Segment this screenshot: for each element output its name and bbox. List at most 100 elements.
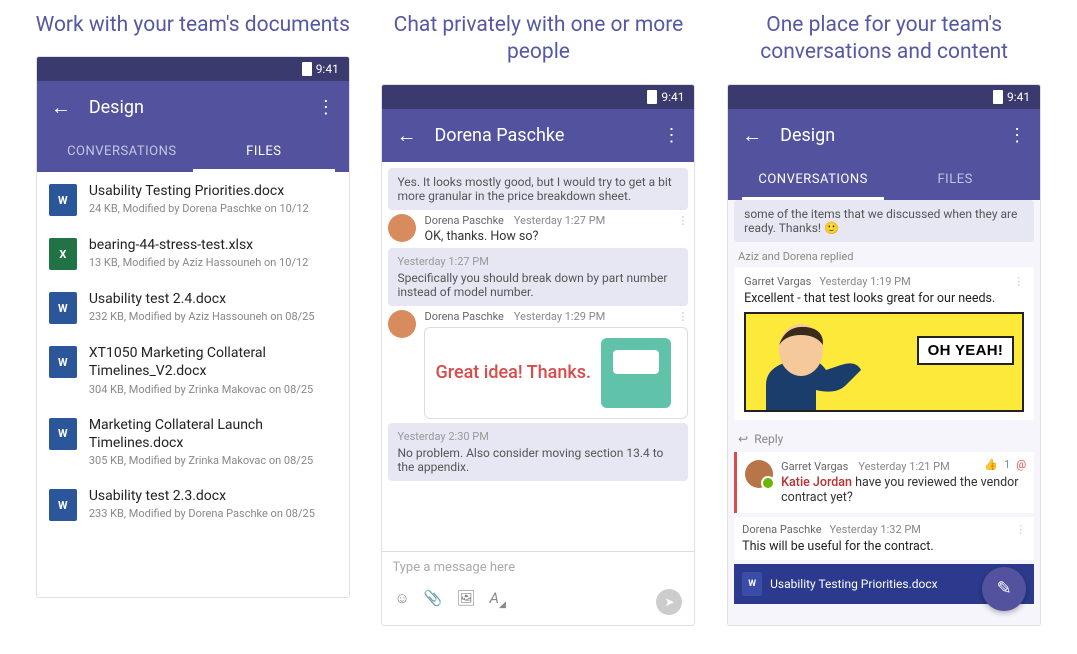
incoming-message[interactable]: Dorena Paschke Yesterday 1:29 PM ⋮ Great i… (388, 310, 688, 419)
phone-conversations: 9:41 ← Design ⋮ CONVERSATIONS FILES some… (728, 85, 1040, 625)
timestamp: Yesterday 2:30 PM (397, 430, 679, 443)
battery-icon (647, 90, 657, 104)
composer: Type a message here (382, 551, 694, 583)
word-file-icon: W (49, 184, 77, 216)
timestamp: Yesterday 1:29 PM (514, 310, 668, 323)
tab-files[interactable]: FILES (193, 134, 335, 172)
outgoing-bubble[interactable]: Yesterday 2:30 PM No problem. Also consi… (388, 423, 688, 481)
file-row[interactable]: W Marketing Collateral Launch Timelines.d… (37, 406, 349, 477)
message-input[interactable]: Type a message here (392, 560, 684, 575)
phone-chat: 9:41 ← Dorena Paschke ⋮ Yes. It looks mo… (382, 85, 694, 625)
status-bar: 9:41 (728, 85, 1040, 109)
message-text: OK, thanks. How so? (424, 229, 688, 244)
chat-thread: Yes. It looks mostly good, but I would t… (382, 162, 694, 551)
sticker[interactable]: Great idea! Thanks. (424, 327, 688, 419)
back-icon[interactable]: ← (51, 95, 71, 120)
timestamp: Yesterday 1:27 PM (397, 255, 679, 268)
timestamp: Yesterday 1:19 PM (819, 275, 910, 288)
outgoing-bubble[interactable]: Yesterday 1:27 PM Specifically you shoul… (388, 248, 688, 306)
status-bar: 9:41 (37, 57, 349, 81)
back-icon[interactable]: ← (742, 123, 762, 148)
sender-name: Dorena Paschke (424, 310, 503, 323)
reactions[interactable]: 👍1@ (984, 458, 1026, 471)
file-row[interactable]: WUsability test 2.3.docx233 KB, Modified… (37, 477, 349, 531)
outgoing-bubble[interactable]: Yes. It looks mostly good, but I would t… (388, 168, 688, 210)
author-name: Garret Vargas (781, 460, 848, 473)
tabs: CONVERSATIONS FILES (51, 134, 335, 172)
page-title: Design (780, 125, 990, 146)
app-bar: ← Design ⋮ CONVERSATIONS FILES (37, 81, 349, 172)
timestamp: Yesterday 1:32 PM (830, 523, 921, 536)
post[interactable]: Garret VargasYesterday 1:19 PM⋮ Excellen… (734, 267, 1034, 420)
file-row[interactable]: WUsability Testing Priorities.docx24 KB,… (37, 172, 349, 226)
more-icon[interactable]: ⋮ (1008, 125, 1026, 146)
avatar (388, 310, 416, 338)
mention-badge-icon: @ (1016, 458, 1026, 471)
conversation-feed: some of the items that we discussed when… (728, 200, 1040, 625)
file-name: Usability test 2.4.docx (89, 290, 337, 308)
message-text: Specifically you should break down by pa… (397, 271, 679, 299)
chat-title: Dorena Paschke (434, 125, 644, 146)
sticker-text: Great idea! Thanks. (435, 363, 591, 383)
tab-conversations[interactable]: CONVERSATIONS (742, 162, 884, 200)
sender-name: Dorena Paschke (424, 214, 503, 227)
incoming-message[interactable]: Dorena Paschke Yesterday 1:27 PM ⋮ OK, tha… (388, 214, 688, 244)
word-file-icon: W (49, 489, 77, 521)
more-icon[interactable]: ⋮ (662, 125, 680, 146)
file-row[interactable]: W Usability test 2.4.docx 232 KB, Modified… (37, 280, 349, 334)
reply-bubble[interactable]: some of the items that we discussed when… (734, 200, 1034, 242)
file-meta: 232 KB, Modified by Aziz Hassouneh on 08… (89, 310, 337, 323)
like-icon: 👍 (984, 458, 998, 471)
attachment-name: Usability Testing Priorities.docx (770, 577, 937, 591)
meme-image[interactable]: OH YEAH! (744, 312, 1024, 412)
file-name: XT1050 Marketing Collateral Timelines_V2… (89, 344, 337, 380)
app-bar: ← Dorena Paschke ⋮ (382, 109, 694, 162)
status-time: 9:41 (661, 90, 684, 104)
file-row[interactable]: WXT1050 Marketing Collateral Timelines_V… (37, 334, 349, 405)
thread-reply[interactable]: 👍1@ Garret Vargas Yesterday 1:21 PM Katie… (734, 452, 1034, 513)
robot-illustration (601, 338, 671, 408)
compose-fab[interactable]: ✎ (982, 567, 1026, 611)
msg-menu-icon[interactable]: ⋮ (677, 214, 688, 227)
reply-button[interactable]: ↩Reply (728, 426, 1040, 452)
tab-files[interactable]: FILES (884, 162, 1026, 200)
msg-menu-icon[interactable]: ⋮ (1015, 523, 1026, 536)
message-text: This will be useful for the contract. (742, 539, 1026, 554)
emoji-icon[interactable]: ☺ (394, 589, 409, 615)
image-icon[interactable]: 🖼 (457, 589, 476, 615)
reply-summary[interactable]: Aziz and Dorena replied (728, 246, 1040, 267)
file-meta: 13 KB, Modified by Aziz Hassouneh on 10/… (89, 256, 337, 269)
timestamp: Yesterday 1:27 PM (514, 214, 668, 227)
file-meta: 233 KB, Modified by Dorena Paschke on 08… (89, 507, 337, 520)
status-time: 9:41 (1007, 90, 1030, 104)
avatar (745, 460, 773, 488)
send-button[interactable]: ➤ (656, 589, 682, 615)
format-icon[interactable]: A◢ (490, 589, 506, 615)
battery-icon (302, 62, 312, 76)
message-text: No problem. Also consider moving section… (397, 446, 679, 474)
caption-files: Work with your team's documents (36, 12, 350, 39)
file-row[interactable]: Xbearing-44-stress-test.xlsx13 KB, Modif… (37, 226, 349, 280)
back-icon[interactable]: ← (396, 123, 416, 148)
file-name: Marketing Collateral Launch Timelines.do… (89, 416, 337, 452)
more-icon[interactable]: ⋮ (317, 97, 335, 118)
word-file-icon: W (49, 418, 77, 450)
author-name: Dorena Paschke (742, 523, 821, 536)
tab-conversations[interactable]: CONVERSATIONS (51, 134, 193, 172)
timestamp: Yesterday 1:21 PM (858, 460, 949, 473)
caption-conv: One place for your team's conversations … (714, 12, 1054, 67)
word-file-icon: W (742, 572, 762, 596)
tabs: CONVERSATIONS FILES (742, 162, 1026, 200)
msg-menu-icon[interactable]: ⋮ (1013, 275, 1024, 288)
avatar (388, 214, 416, 242)
status-time: 9:41 (316, 62, 339, 76)
page-title: Design (89, 97, 299, 118)
mention[interactable]: Katie Jordan (781, 475, 852, 490)
word-file-icon: W (49, 292, 77, 324)
file-name: bearing-44-stress-test.xlsx (89, 236, 337, 254)
attach-icon[interactable]: 📎 (424, 589, 443, 615)
thread-reply[interactable]: Dorena Paschke Yesterday 1:32 PM ⋮ This wi… (734, 517, 1034, 560)
msg-menu-icon[interactable]: ⋮ (677, 310, 688, 323)
meme-illustration (746, 315, 886, 410)
file-name: Usability Testing Priorities.docx (89, 182, 337, 200)
